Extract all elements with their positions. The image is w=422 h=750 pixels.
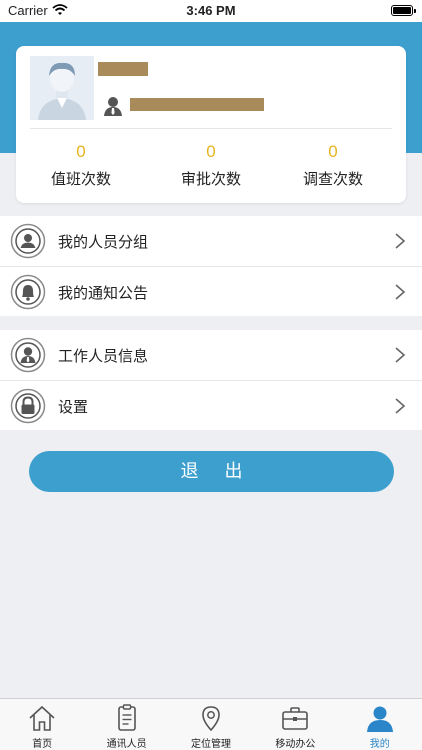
stat-approval-count[interactable]: 0 审批次数	[146, 142, 276, 189]
chevron-right-icon	[395, 347, 406, 363]
menu-item-my-groups[interactable]: 我的人员分组	[0, 216, 422, 266]
tab-location[interactable]: 定位管理	[169, 699, 253, 750]
status-bar: Carrier 3:46 PM	[0, 0, 422, 22]
battery-icon	[391, 5, 416, 16]
tab-label: 移动办公	[275, 739, 316, 750]
card-divider	[30, 128, 392, 129]
menu-group-settings: 工作人员信息 设置	[0, 330, 422, 430]
location-pin-icon	[202, 706, 220, 732]
stat-survey-count[interactable]: 0 调查次数	[268, 142, 398, 189]
tab-mine[interactable]: 我的	[338, 699, 422, 750]
staff-info-icon	[10, 337, 46, 373]
clipboard-icon	[117, 704, 136, 731]
tab-label: 我的	[369, 739, 390, 750]
menu-item-label: 我的通知公告	[58, 284, 149, 302]
menu-item-label: 设置	[58, 398, 89, 416]
profile-card: 0 值班次数 0 审批次数 0 调查次数	[16, 46, 406, 203]
stat-duty-count[interactable]: 0 值班次数	[16, 142, 146, 189]
tab-label: 定位管理	[190, 739, 231, 750]
stat-label: 调查次数	[302, 170, 363, 188]
logout-button[interactable]: 退出	[29, 451, 394, 492]
chevron-right-icon	[395, 233, 406, 249]
menu-group-personal: 我的人员分组 我的通知公告	[0, 216, 422, 316]
avatar-placeholder-icon	[30, 56, 94, 120]
user-group-icon	[10, 223, 46, 259]
clock: 3:46 PM	[186, 3, 236, 18]
tab-bar: 首页 通讯人员 定位管理 移动办公 我的	[0, 698, 422, 750]
chevron-right-icon	[395, 398, 406, 414]
profile-icon	[366, 706, 393, 732]
stat-label: 值班次数	[50, 170, 111, 188]
tab-label: 通讯人员	[106, 739, 147, 750]
tab-mobile-office[interactable]: 移动办公	[253, 699, 337, 750]
tab-contacts[interactable]: 通讯人员	[84, 699, 168, 750]
menu-item-my-notices[interactable]: 我的通知公告	[0, 266, 422, 316]
menu-item-label: 工作人员信息	[58, 347, 149, 365]
chevron-right-icon	[395, 284, 406, 300]
stat-value: 0	[76, 142, 86, 161]
briefcase-icon	[282, 707, 309, 730]
avatar[interactable]	[30, 56, 94, 120]
stat-value: 0	[328, 142, 338, 161]
lock-icon	[10, 388, 46, 424]
menu-item-staff-info[interactable]: 工作人员信息	[0, 330, 422, 380]
stat-label: 审批次数	[180, 170, 241, 188]
redacted-department	[130, 98, 264, 111]
stat-value: 0	[206, 142, 216, 161]
home-icon	[29, 705, 55, 731]
tab-home[interactable]: 首页	[0, 699, 84, 750]
person-icon	[104, 97, 122, 116]
tab-label: 首页	[32, 739, 53, 750]
menu-item-settings[interactable]: 设置	[0, 380, 422, 430]
menu-item-label: 我的人员分组	[58, 233, 149, 251]
bell-icon	[10, 274, 46, 310]
redacted-name	[98, 62, 148, 76]
